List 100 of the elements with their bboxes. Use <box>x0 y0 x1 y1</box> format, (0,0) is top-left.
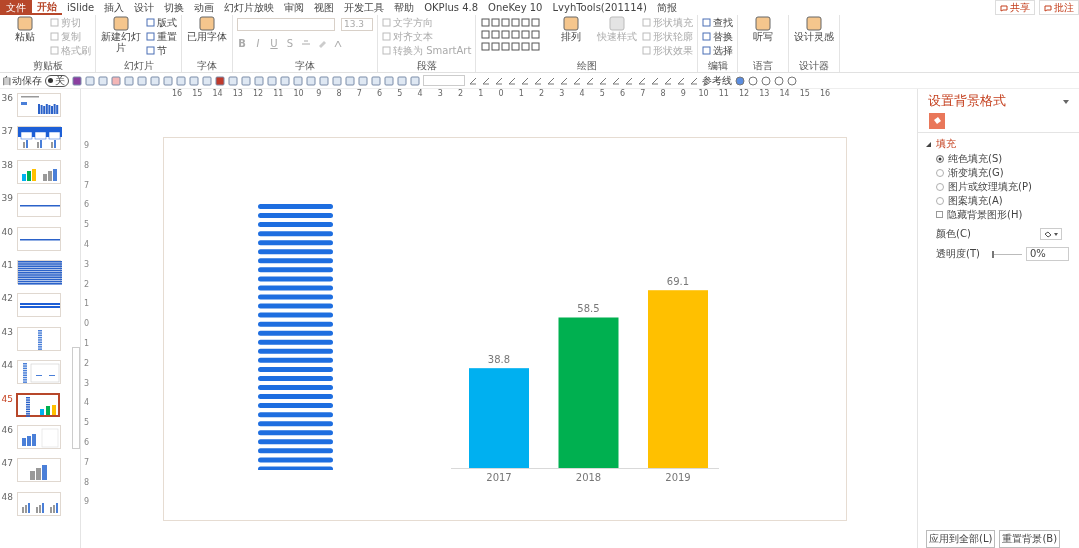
ribbon-tab[interactable]: 简报 <box>651 0 682 15</box>
slide-number: 39 <box>0 193 13 204</box>
ruler-number: 6 <box>82 437 91 449</box>
ruler-number: 9 <box>82 141 91 152</box>
ruler-number: 12 <box>252 89 265 99</box>
ribbon-button[interactable]: 设计灵感 <box>793 16 836 43</box>
radio-button[interactable] <box>936 168 944 177</box>
slide-number: 45 <box>0 393 13 404</box>
ribbon-tab[interactable]: 设计 <box>129 0 160 15</box>
slide-number: 47 <box>0 458 13 469</box>
ribbon-icon <box>805 16 824 32</box>
ruler-number: 4 <box>82 398 91 410</box>
ribbon-tab[interactable]: 插入 <box>99 0 130 15</box>
ruler-number: 5 <box>82 220 91 232</box>
ruler-number: 0 <box>497 89 505 99</box>
ribbon-tab[interactable]: OneKey 10 <box>483 0 548 15</box>
group-label: 绘图 <box>575 60 598 72</box>
ribbon-button[interactable]: 选择 <box>702 44 734 57</box>
scrollbar[interactable] <box>72 347 80 449</box>
ribbon-button[interactable]: 新建幻灯片 <box>100 16 142 53</box>
ribbon-button[interactable]: 版式 <box>146 16 177 29</box>
ribbon-tab[interactable]: 审阅 <box>279 0 310 15</box>
option-label[interactable]: 图案填充(A) <box>948 193 1003 208</box>
comments-button[interactable]: 批注 <box>1039 0 1079 15</box>
ribbon-tab[interactable]: OKPlus 4.8 <box>419 0 484 15</box>
ribbon-tab[interactable]: 帮助 <box>389 0 420 15</box>
color-block-icon[interactable] <box>215 75 225 86</box>
ruler-number: 7 <box>82 180 91 192</box>
ruler-number: 2 <box>82 279 91 291</box>
guides-label[interactable]: 参考线 <box>702 73 732 88</box>
ribbon-tab[interactable]: 开始 <box>32 0 62 15</box>
option-label[interactable]: 纯色填充(S) <box>948 151 1003 166</box>
ribbon-tab[interactable]: 文件 <box>0 0 32 15</box>
group-label: 语言 <box>752 60 775 72</box>
color-picker-button[interactable] <box>1040 228 1062 240</box>
ribbon-button[interactable]: 替换 <box>702 30 734 43</box>
data-label: 69.1 <box>666 276 690 288</box>
slide-number: 44 <box>0 360 13 371</box>
checkbox-label[interactable]: 隐藏背景图形(H) <box>947 207 1023 222</box>
ruler-number: 13 <box>758 89 771 99</box>
radio-button[interactable] <box>936 196 944 205</box>
share-icon <box>1000 3 1008 12</box>
group-label: 字体 <box>196 60 218 72</box>
slide-number: 41 <box>0 259 13 270</box>
comment-icon <box>1044 3 1052 12</box>
ribbon-tab[interactable]: 幻灯片放映 <box>219 0 280 15</box>
ribbon-tab[interactable]: 开发工具 <box>339 0 390 15</box>
option-label[interactable]: 渐变填充(G) <box>948 165 1004 180</box>
slide-thumbnail[interactable] <box>16 392 60 417</box>
ruler-number: 9 <box>82 497 91 509</box>
ribbon-button[interactable]: 已用字体 <box>186 16 228 43</box>
ribbon-tab[interactable]: 切换 <box>159 0 190 15</box>
ruler-number: 12 <box>738 89 751 99</box>
ribbon-tab[interactable]: LvyhTools(201114) <box>547 0 652 15</box>
checkbox[interactable] <box>936 211 943 218</box>
ribbon-button[interactable]: 粘贴 <box>4 16 46 43</box>
ribbon-icon <box>562 16 581 32</box>
slide-number: 46 <box>0 424 13 435</box>
circle-icon[interactable] <box>735 75 745 86</box>
ruler-number: 1 <box>82 299 91 311</box>
ruler-number: 8 <box>659 89 667 99</box>
ruler-number: 11 <box>272 89 285 99</box>
radio-button[interactable] <box>936 154 944 163</box>
ruler-number: 4 <box>578 89 586 99</box>
axis-label: 2017 <box>486 472 512 482</box>
ruler-number: 0 <box>82 319 91 331</box>
ribbon-tab[interactable]: iSlide <box>62 0 100 15</box>
dropdown-field[interactable] <box>423 75 465 86</box>
ruler-number: 3 <box>82 378 91 390</box>
section-header[interactable]: 填充 <box>926 137 1071 151</box>
ruler-number: 3 <box>82 259 91 271</box>
ruler-number: 3 <box>558 89 566 99</box>
ruler-number: 2 <box>538 89 546 99</box>
axis-label: 2019 <box>665 472 691 482</box>
autosave-label: 自动保存 <box>2 73 42 88</box>
axis-label: 2018 <box>575 472 602 482</box>
pane-button[interactable]: 重置背景(B) <box>999 530 1061 548</box>
ruler-number: 14 <box>211 89 224 99</box>
ribbon-button[interactable]: 重置 <box>146 30 177 43</box>
ribbon-button[interactable]: 排列 <box>550 16 593 43</box>
radio-button[interactable] <box>936 182 944 191</box>
ruler-number: 13 <box>231 89 244 99</box>
ribbon-button[interactable]: 听写 <box>742 16 785 43</box>
ruler-number: 2 <box>82 358 91 370</box>
ruler-number: 7 <box>639 89 647 99</box>
ribbon-button[interactable]: 查找 <box>702 16 734 29</box>
pane-title: 设置背景格式 <box>928 93 1006 110</box>
share-button[interactable]: 共享 <box>995 0 1035 15</box>
ruler-number: 5 <box>396 89 404 99</box>
transparency-field[interactable]: 0% <box>1026 247 1069 261</box>
option-label[interactable]: 图片或纹理填充(P) <box>948 179 1032 194</box>
ruler-number: 1 <box>517 89 525 99</box>
ribbon-tab[interactable]: 视图 <box>309 0 340 15</box>
ribbon-tab[interactable]: 动画 <box>189 0 220 15</box>
ruler-number: 6 <box>619 89 627 99</box>
transparency-label: 透明度(T) <box>936 247 981 261</box>
ribbon-icon <box>112 16 130 32</box>
ribbon-button[interactable]: 节 <box>146 44 177 57</box>
font-name-field[interactable] <box>237 18 335 31</box>
pane-button[interactable]: 应用到全部(L) <box>926 530 996 548</box>
